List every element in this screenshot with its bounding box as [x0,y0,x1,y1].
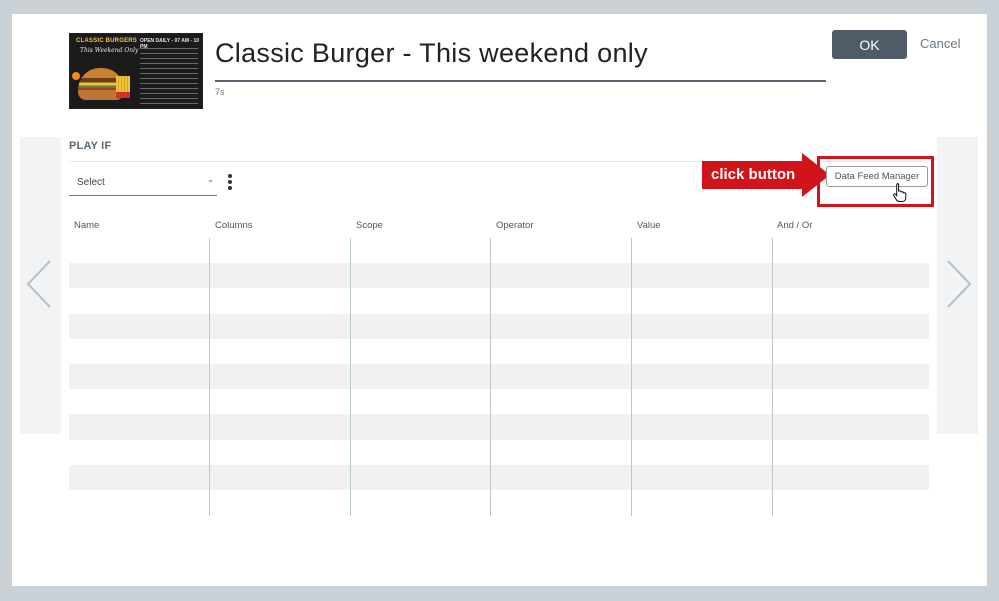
column-divider [209,238,210,516]
column-header-name: Name [74,220,100,231]
column-header-and-or: And / Or [777,220,813,231]
kebab-menu-icon[interactable] [226,174,234,191]
column-divider [490,238,491,516]
thumbnail-menu-lines [140,48,198,104]
hand-cursor-icon [893,183,907,202]
chevron-right-icon[interactable] [946,259,972,309]
content-title-input[interactable]: Classic Burger - This weekend only [215,36,826,82]
duration-label: 7s [215,87,225,97]
thumbnail-badge [72,72,80,80]
column-header-operator: Operator [496,220,534,231]
fries-image [116,76,130,98]
table-row[interactable] [69,389,929,414]
table-row[interactable] [69,238,929,263]
column-divider [631,238,632,516]
column-header-columns: Columns [215,220,253,231]
chevron-left-icon[interactable] [26,259,52,309]
conditions-table-body [69,238,929,516]
data-feed-manager-button[interactable]: Data Feed Manager [826,166,928,187]
table-row[interactable] [69,339,929,364]
table-row[interactable] [69,490,929,515]
column-divider [772,238,773,516]
ok-button[interactable]: OK [832,30,907,59]
thumbnail-tagline: This Weekend Only [80,47,139,54]
play-if-heading: PLAY IF [69,140,112,152]
table-row[interactable] [69,363,929,390]
condition-select-value: Select [77,177,105,188]
table-row[interactable] [69,464,929,490]
prev-panel[interactable] [20,137,61,434]
table-header: Name Columns Scope Operator Value And / … [69,220,929,234]
thumbnail-brand: CLASSIC BURGERS [76,38,138,44]
content-thumbnail[interactable]: CLASSIC BURGERS This Weekend Only OPEN D… [69,33,203,109]
next-panel[interactable] [937,137,978,434]
annotation-callout: click button [711,166,796,183]
cancel-button[interactable]: Cancel [920,36,960,51]
column-divider [350,238,351,516]
dialog: CLASSIC BURGERS This Weekend Only OPEN D… [12,14,987,586]
column-header-value: Value [637,220,661,231]
table-row[interactable] [69,288,929,313]
table-row[interactable] [69,440,929,465]
table-row[interactable] [69,414,929,440]
table-row[interactable] [69,313,929,339]
column-header-scope: Scope [356,220,383,231]
condition-select[interactable]: Select ⌄ [69,171,217,196]
table-row[interactable] [69,263,929,289]
chevron-down-icon: ⌄ [207,175,214,184]
